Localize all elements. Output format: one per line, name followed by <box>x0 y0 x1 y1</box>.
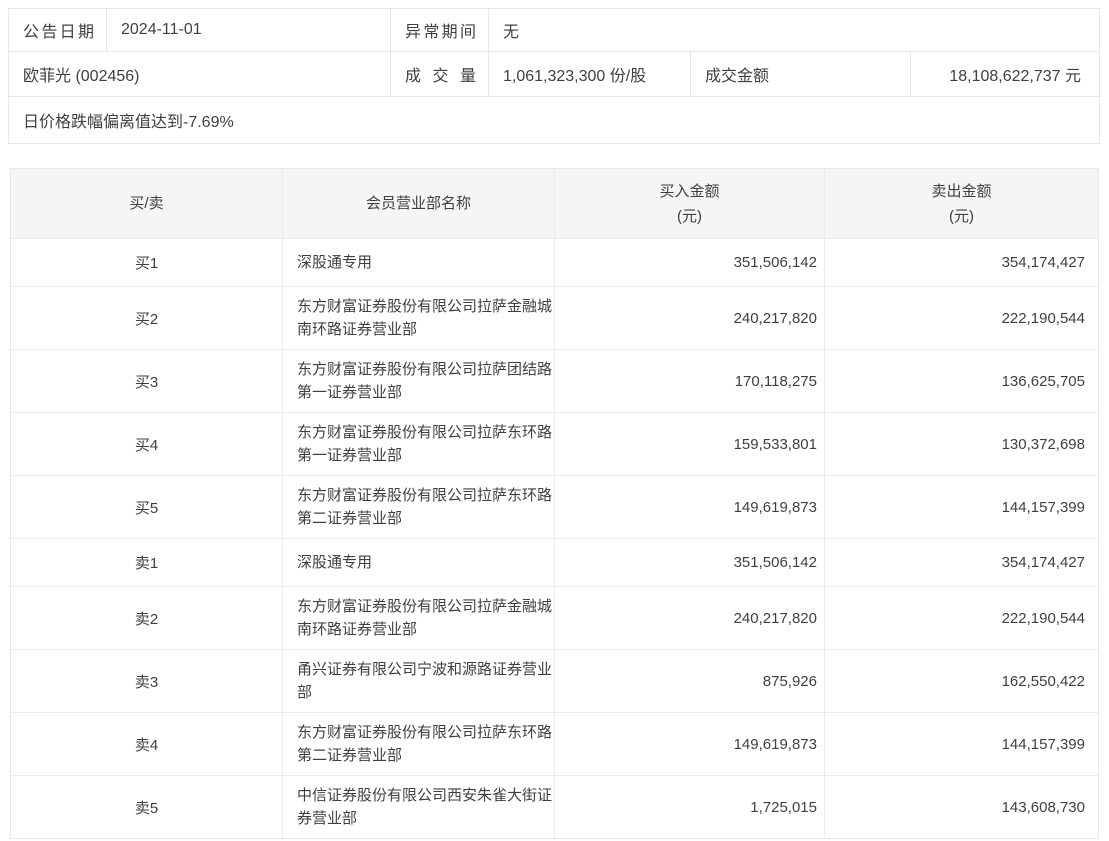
table-row-sell2: 卖2 东方财富证券股份有限公司拉萨金融城南环路证券营业部 240,217,820… <box>11 586 1098 649</box>
turnover-label: 成交金额 <box>691 52 911 96</box>
branch-name-cell: 甬兴证券有限公司宁波和源路证券营业部 <box>282 650 554 712</box>
buy-amount-cell: 240,217,820 <box>554 287 824 349</box>
column-header-buy-unit: (元) <box>677 207 702 225</box>
buy-amount-cell: 149,619,873 <box>554 713 824 775</box>
broker-table: 买/卖 会员营业部名称 买入金额 (元) 卖出金额 (元) 买1 深股通专用 3… <box>10 168 1099 839</box>
table-row-buy1: 买1 深股通专用 351,506,142 354,174,427 <box>11 238 1098 286</box>
sell-amount-cell: 136,625,705 <box>824 350 1098 412</box>
sell-amount-cell: 144,157,399 <box>824 713 1098 775</box>
buy-amount-cell: 351,506,142 <box>554 239 824 286</box>
abnormal-period-label: 异常期间 <box>391 9 489 51</box>
table-row-sell1: 卖1 深股通专用 351,506,142 354,174,427 <box>11 538 1098 586</box>
branch-name-cell: 深股通专用 <box>282 239 554 286</box>
stock-name: 欧菲光 (002456) <box>9 52 391 96</box>
info-row-date: 公告日期 2024-11-01 异常期间 无 <box>9 9 1099 51</box>
table-row-buy2: 买2 东方财富证券股份有限公司拉萨金融城南环路证券营业部 240,217,820… <box>11 286 1098 349</box>
branch-name-cell: 中信证券股份有限公司西安朱雀大街证券营业部 <box>282 776 554 838</box>
buy-amount-cell: 351,506,142 <box>554 539 824 586</box>
column-header-sell-unit: (元) <box>949 207 974 225</box>
sell-amount-cell: 143,608,730 <box>824 776 1098 838</box>
column-header-name: 会员营业部名称 <box>282 169 554 238</box>
side-cell: 卖4 <box>134 736 159 754</box>
abnormal-period-value: 无 <box>503 24 520 41</box>
side-cell: 买4 <box>134 436 159 454</box>
table-row-sell4: 卖4 东方财富证券股份有限公司拉萨东环路第二证券营业部 149,619,873 … <box>11 712 1098 775</box>
column-header-side-label: 买/卖 <box>129 195 164 212</box>
volume-label: 成交量 <box>391 52 489 96</box>
buy-amount-cell: 875,926 <box>554 650 824 712</box>
table-row-buy3: 买3 东方财富证券股份有限公司拉萨团结路第一证券营业部 170,118,275 … <box>11 349 1098 412</box>
info-row-volume: 欧菲光 (002456) 成交量 1,061,323,300 份/股 成交金额 … <box>9 51 1099 96</box>
announce-date-label: 公告日期 <box>9 9 107 51</box>
column-header-buy-label: 买入金额 <box>659 182 720 200</box>
table-row-buy4: 买4 东方财富证券股份有限公司拉萨东环路第一证券营业部 159,533,801 … <box>11 412 1098 475</box>
turnover-value: 18,108,622,737 元 <box>949 68 1081 85</box>
column-header-side: 买/卖 <box>11 169 282 238</box>
sell-amount-cell: 354,174,427 <box>824 539 1098 586</box>
branch-name-cell: 深股通专用 <box>282 539 554 586</box>
info-panel: 公告日期 2024-11-01 异常期间 无 欧菲光 (002456) 成交量 … <box>8 8 1100 144</box>
side-cell: 买5 <box>134 499 159 517</box>
column-header-sell: 卖出金额 (元) <box>824 169 1098 238</box>
sell-amount-cell: 354,174,427 <box>824 239 1098 286</box>
buy-amount-cell: 149,619,873 <box>554 476 824 538</box>
side-cell: 卖3 <box>134 673 159 691</box>
column-header-buy: 买入金额 (元) <box>554 169 824 238</box>
info-row-reason: 日价格跌幅偏离值达到-7.69% <box>9 96 1099 143</box>
sell-amount-cell: 222,190,544 <box>824 287 1098 349</box>
column-header-name-label: 会员营业部名称 <box>365 195 471 212</box>
side-cell: 卖1 <box>134 555 159 572</box>
announce-date-value: 2024-11-01 <box>107 9 391 51</box>
sell-amount-cell: 130,372,698 <box>824 413 1098 475</box>
branch-name-cell: 东方财富证券股份有限公司拉萨东环路第一证券营业部 <box>282 413 554 475</box>
branch-name-cell: 东方财富证券股份有限公司拉萨金融城南环路证券营业部 <box>282 587 554 649</box>
sell-amount-cell: 144,157,399 <box>824 476 1098 538</box>
volume-value: 1,061,323,300 份/股 <box>489 52 691 96</box>
table-header-row: 买/卖 会员营业部名称 买入金额 (元) 卖出金额 (元) <box>11 169 1098 238</box>
buy-amount-cell: 240,217,820 <box>554 587 824 649</box>
buy-amount-cell: 159,533,801 <box>554 413 824 475</box>
side-cell: 买2 <box>134 310 159 328</box>
sell-amount-cell: 162,550,422 <box>824 650 1098 712</box>
branch-name-cell: 东方财富证券股份有限公司拉萨东环路第二证券营业部 <box>282 713 554 775</box>
side-cell: 买3 <box>134 373 159 391</box>
side-cell: 卖2 <box>134 610 159 628</box>
sell-amount-cell: 222,190,544 <box>824 587 1098 649</box>
branch-name-cell: 东方财富证券股份有限公司拉萨东环路第二证券营业部 <box>282 476 554 538</box>
column-header-sell-label: 卖出金额 <box>931 182 992 200</box>
side-cell: 买1 <box>134 255 159 272</box>
buy-amount-cell: 170,118,275 <box>554 350 824 412</box>
side-cell: 卖5 <box>134 799 159 817</box>
branch-name-cell: 东方财富证券股份有限公司拉萨金融城南环路证券营业部 <box>282 287 554 349</box>
table-row-buy5: 买5 东方财富证券股份有限公司拉萨东环路第二证券营业部 149,619,873 … <box>11 475 1098 538</box>
table-row-sell3: 卖3 甬兴证券有限公司宁波和源路证券营业部 875,926 162,550,42… <box>11 649 1098 712</box>
deviation-note: 日价格跌幅偏离值达到-7.69% <box>23 114 234 131</box>
table-row-sell5: 卖5 中信证券股份有限公司西安朱雀大街证券营业部 1,725,015 143,6… <box>11 775 1098 838</box>
buy-amount-cell: 1,725,015 <box>554 776 824 838</box>
branch-name-cell: 东方财富证券股份有限公司拉萨团结路第一证券营业部 <box>282 350 554 412</box>
